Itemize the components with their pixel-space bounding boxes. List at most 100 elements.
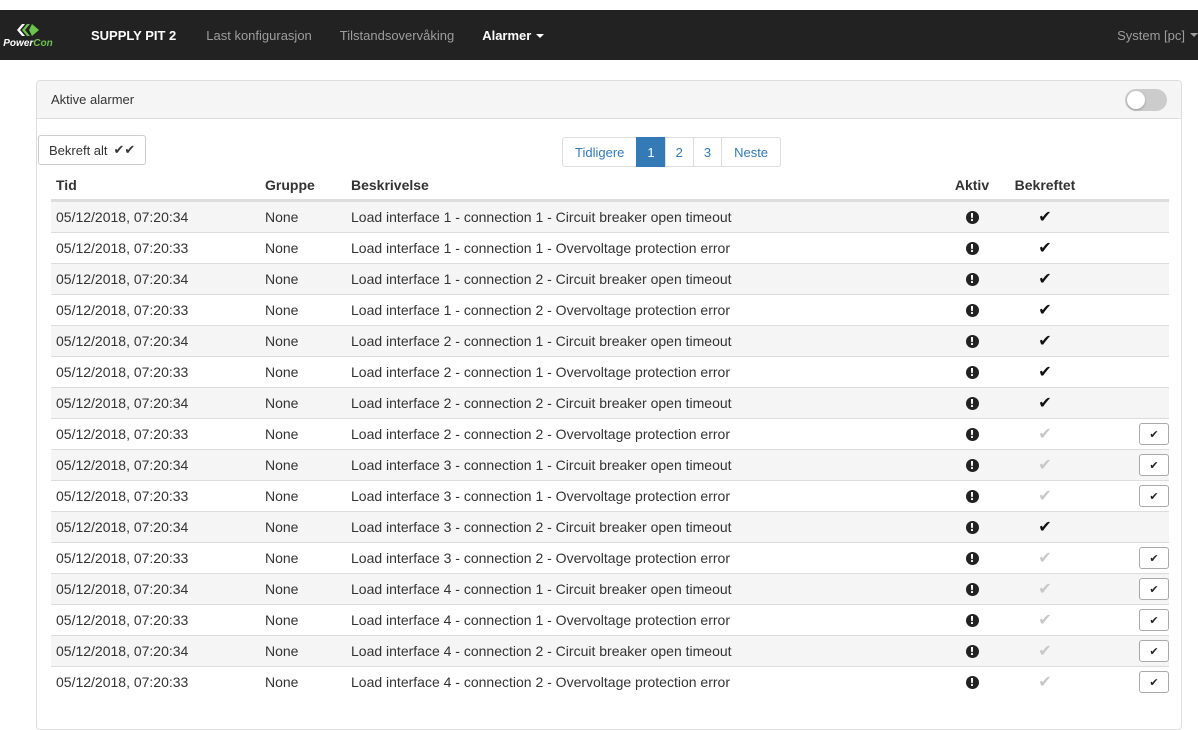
pagination-page-2[interactable]: 2 bbox=[664, 137, 694, 167]
table-row: 05/12/2018, 07:20:34 None Load interface 2… bbox=[51, 325, 1169, 356]
top-strip bbox=[0, 0, 1198, 10]
cell-time: 05/12/2018, 07:20:33 bbox=[56, 674, 189, 690]
cell-group: None bbox=[265, 612, 299, 628]
brand-logo[interactable]: PowerCon bbox=[3, 10, 53, 60]
cell-time: 05/12/2018, 07:20:34 bbox=[56, 333, 189, 349]
user-menu[interactable]: System [pc] bbox=[1117, 10, 1198, 60]
cell-active: ! bbox=[949, 365, 995, 379]
table-row: 05/12/2018, 07:20:34 None Load interface 3… bbox=[51, 449, 1169, 480]
table-row: 05/12/2018, 07:20:34 None Load interface 1… bbox=[51, 263, 1169, 294]
cell-group: None bbox=[265, 488, 299, 504]
cell-group: None bbox=[265, 643, 299, 659]
cell-actions: ✔ bbox=[1095, 485, 1169, 507]
pagination-page-3[interactable]: 3 bbox=[692, 137, 723, 167]
exclamation-circle-icon: ! bbox=[965, 272, 979, 286]
panel-heading: Aktive alarmer bbox=[37, 81, 1181, 119]
cell-confirmed: ✔ bbox=[995, 643, 1095, 659]
acknowledge-button[interactable]: ✔ bbox=[1139, 547, 1169, 569]
pagination-next[interactable]: Neste bbox=[721, 137, 782, 167]
cell-group: None bbox=[265, 240, 299, 256]
check-icon: ✔ bbox=[1038, 517, 1052, 536]
cell-confirmed: ✔ bbox=[995, 240, 1095, 256]
nav-menu-alarmer[interactable]: Alarmer bbox=[482, 28, 545, 43]
cell-time: 05/12/2018, 07:20:33 bbox=[56, 612, 189, 628]
brand-name: PowerCon bbox=[3, 37, 53, 49]
table-header: Tid Gruppe Beskrivelse Aktiv Bekreftet bbox=[51, 171, 1169, 201]
cell-time: 05/12/2018, 07:20:34 bbox=[56, 581, 189, 597]
table-body: 05/12/2018, 07:20:34 None Load interface 1… bbox=[51, 201, 1169, 697]
nav-link-last-konfigurasjon[interactable]: Last konfigurasjon bbox=[206, 28, 312, 43]
cell-group: None bbox=[265, 333, 299, 349]
check-icon: ✔ bbox=[1038, 269, 1052, 288]
header-beskrivelse: Beskrivelse bbox=[351, 177, 429, 193]
cell-active: ! bbox=[949, 551, 995, 565]
pagination-previous[interactable]: Tidligere bbox=[562, 137, 638, 167]
cell-description: Load interface 4 - connection 2 - Overvo… bbox=[351, 674, 730, 690]
cell-confirmed: ✔ bbox=[995, 550, 1095, 566]
table-row: 05/12/2018, 07:20:33 None Load interface 1… bbox=[51, 294, 1169, 325]
confirm-all-button[interactable]: Bekreft alt ✔✔ bbox=[38, 135, 147, 165]
acknowledge-button[interactable]: ✔ bbox=[1139, 609, 1169, 631]
check-icon: ✔ bbox=[1038, 610, 1052, 629]
cell-time: 05/12/2018, 07:20:33 bbox=[56, 426, 189, 442]
cell-description: Load interface 1 - connection 2 - Circui… bbox=[351, 271, 732, 287]
check-icon: ✔ bbox=[1038, 300, 1052, 319]
acknowledge-button[interactable]: ✔ bbox=[1139, 454, 1169, 476]
cell-actions: ✔ bbox=[1095, 671, 1169, 693]
cell-description: Load interface 1 - connection 1 - Circui… bbox=[351, 209, 732, 225]
cell-description: Load interface 2 - connection 2 - Circui… bbox=[351, 395, 732, 411]
cell-confirmed: ✔ bbox=[995, 333, 1095, 349]
acknowledge-button[interactable]: ✔ bbox=[1139, 640, 1169, 662]
caret-down-icon bbox=[1190, 33, 1198, 37]
cell-actions: ✔ bbox=[1095, 609, 1169, 631]
acknowledge-button[interactable]: ✔ bbox=[1139, 485, 1169, 507]
exclamation-circle-icon: ! bbox=[965, 675, 979, 689]
pagination-page-1[interactable]: 1 bbox=[636, 137, 666, 167]
cell-group: None bbox=[265, 302, 299, 318]
nav-site-title[interactable]: SUPPLY PIT 2 bbox=[91, 28, 176, 43]
confirm-all-label: Bekreft alt bbox=[49, 142, 108, 158]
check-icon: ✔ bbox=[1038, 579, 1052, 598]
table-row: 05/12/2018, 07:20:33 None Load interface 3… bbox=[51, 480, 1169, 511]
active-alarms-toggle[interactable] bbox=[1125, 89, 1167, 111]
cell-description: Load interface 3 - connection 1 - Overvo… bbox=[351, 488, 730, 504]
brand-name-part2: Con bbox=[33, 37, 53, 49]
cell-active: ! bbox=[949, 520, 995, 534]
caret-down-icon bbox=[536, 34, 545, 39]
acknowledge-button[interactable]: ✔ bbox=[1139, 578, 1169, 600]
navbar: PowerCon SUPPLY PIT 2 Last konfigurasjon… bbox=[0, 10, 1198, 60]
header-bekreftet: Bekreftet bbox=[1014, 177, 1076, 193]
cell-time: 05/12/2018, 07:20:33 bbox=[56, 550, 189, 566]
table-row: 05/12/2018, 07:20:34 None Load interface 2… bbox=[51, 387, 1169, 418]
cell-group: None bbox=[265, 550, 299, 566]
cell-actions: ✔ bbox=[1095, 423, 1169, 445]
cell-confirmed: ✔ bbox=[995, 395, 1095, 411]
check-icon: ✔ bbox=[1038, 548, 1052, 567]
acknowledge-button[interactable]: ✔ bbox=[1139, 423, 1169, 445]
check-icon: ✔ bbox=[1149, 675, 1159, 689]
exclamation-circle-icon: ! bbox=[965, 489, 979, 503]
cell-group: None bbox=[265, 395, 299, 411]
check-icon: ✔ bbox=[1149, 427, 1159, 441]
cell-active: ! bbox=[949, 489, 995, 503]
exclamation-circle-icon: ! bbox=[965, 396, 979, 410]
cell-confirmed: ✔ bbox=[995, 457, 1095, 473]
cell-time: 05/12/2018, 07:20:34 bbox=[56, 271, 189, 287]
check-icon: ✔ bbox=[1149, 489, 1159, 503]
check-icon: ✔ bbox=[1149, 644, 1159, 658]
cell-time: 05/12/2018, 07:20:33 bbox=[56, 240, 189, 256]
cell-group: None bbox=[265, 674, 299, 690]
exclamation-circle-icon: ! bbox=[965, 458, 979, 472]
cell-description: Load interface 2 - connection 1 - Circui… bbox=[351, 333, 732, 349]
acknowledge-button[interactable]: ✔ bbox=[1139, 671, 1169, 693]
nav-link-tilstandsovervaking[interactable]: Tilstandsovervåking bbox=[340, 28, 454, 43]
cell-confirmed: ✔ bbox=[995, 364, 1095, 380]
exclamation-circle-icon: ! bbox=[965, 582, 979, 596]
cell-actions: ✔ bbox=[1095, 454, 1169, 476]
cell-group: None bbox=[265, 519, 299, 535]
cell-time: 05/12/2018, 07:20:34 bbox=[56, 519, 189, 535]
brand-name-part1: Power bbox=[3, 37, 34, 49]
check-icon: ✔ bbox=[1038, 641, 1052, 660]
header-aktiv: Aktiv bbox=[954, 177, 990, 193]
cell-time: 05/12/2018, 07:20:34 bbox=[56, 395, 189, 411]
